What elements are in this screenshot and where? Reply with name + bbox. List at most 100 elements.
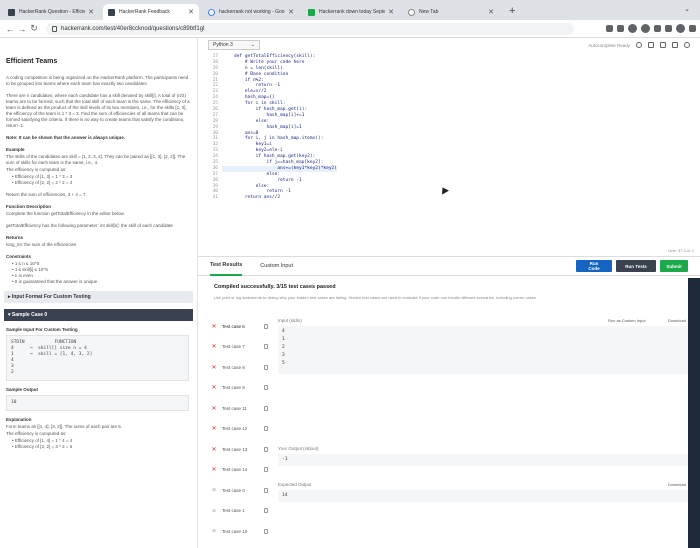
url-text: hackerrank.com/test/40er8ccknod/question… [61,25,205,32]
test-case-item[interactable]: ✕ Test case 11 [210,398,268,419]
extension-icon[interactable] [641,24,650,33]
input-format-section-toggle[interactable]: ▸ Input Format For Custom Testing [4,291,193,303]
new-tab-plus-icon[interactable]: + [509,5,515,17]
download-expected-link[interactable]: Download [668,482,686,487]
share-icon[interactable] [606,25,613,32]
return-text: Return the sum of efficiencies, 3 + 4 = … [6,192,87,197]
help-icon[interactable] [684,42,690,48]
close-icon[interactable]: ✕ [488,8,494,16]
tab-search-chevron-icon[interactable]: ⌄ [684,5,690,13]
code-line[interactable]: 41 return ans//2 [198,195,700,201]
newtab-icon [408,8,415,16]
returns-heading: Returns [6,235,24,240]
your-output-box: -1 [278,454,690,466]
explanation-efficiency-label: The efficiency is computed as: [6,431,67,436]
fullscreen-icon[interactable] [672,42,678,48]
tab-new-tab[interactable]: New Tab ✕ [403,4,499,20]
tab-title: hackerrank not working - Goo [219,9,285,15]
profile-avatar[interactable] [676,24,685,33]
run-actions: Run Code Run Tests Submit [576,260,688,272]
download-input-link[interactable]: Download [668,318,686,323]
hackerrank-icon [8,8,15,16]
compile-hint: Use print or log statements to debug why… [214,295,537,300]
site-icon [308,8,315,16]
tab-google-search[interactable]: hackerrank not working - Goo ✕ [203,4,299,20]
test-case-name: Test case 12 [222,426,248,432]
puzzle-icon[interactable] [654,25,661,32]
test-case-name: Test case 11 [222,405,247,411]
input-value: 4 [282,329,285,334]
tab-hackerrank-question[interactable]: HackerRank Question - Efficie ✕ [3,4,99,20]
input-value: 1 [282,337,285,342]
test-case-item[interactable]: ✕ Test case 14 [210,460,268,481]
test-case-item[interactable]: ✕ Test case 12 [210,419,268,440]
lock-icon[interactable] [52,25,57,32]
cursor-position: Line: 37 Col: 1 [668,248,694,253]
settings-gear-icon[interactable] [660,42,666,48]
run-as-custom-input-link[interactable]: Run as Custom Input [608,318,646,323]
run-tests-button[interactable]: Run Tests [616,260,656,272]
fail-x-icon: ✕ [211,385,217,392]
parameters-text: getTotalEfficiency has the following par… [6,223,173,228]
function-description-heading: Function Description [6,204,51,209]
sample-output-box: 10 [6,395,189,411]
test-case-name: Test case 6 [222,323,245,329]
sample-row: 2 [11,370,14,375]
lock-icon [264,508,268,514]
test-case-item[interactable]: ✕ Test case 6 [210,316,268,337]
editor-toolbar: Python 3 ⌄ Autocomplete Ready [198,38,700,52]
test-case-name: Test case 1 [222,508,245,514]
close-icon[interactable]: ✕ [88,8,94,16]
language-value: Python 3 [213,42,233,48]
sample-case-section-toggle[interactable]: ▾ Sample Case 0 [4,309,193,321]
tab-custom-input[interactable]: Custom Input [260,257,293,275]
test-case-name: Test case 0 [222,487,245,493]
returns-text: long_int: the sum of the efficiencies [6,242,77,247]
url-bar[interactable]: hackerrank.com/test/40er8ccknod/question… [46,22,574,35]
test-case-item[interactable]: ⊘ Test case 1 [210,501,268,522]
bookmark-star-icon[interactable] [617,25,624,32]
reset-icon[interactable] [648,42,654,48]
language-select[interactable]: Python 3 ⌄ [208,40,260,50]
submit-button[interactable]: Submit [660,260,688,272]
test-case-item[interactable]: ✕ Test case 7 [210,337,268,358]
input-box: 4 1 2 3 5 [278,326,690,374]
extension-icon[interactable] [628,24,637,33]
close-icon[interactable]: ✕ [188,8,194,16]
menu-dots-icon[interactable] [689,25,696,32]
your-output-label: Your Output (stdout) [278,446,319,451]
info-icon[interactable] [636,42,642,48]
google-icon [208,8,215,16]
list-item: It is guaranteed that the answer is uniq… [12,279,197,285]
back-arrow-icon[interactable]: ← [4,24,16,34]
fail-x-icon: ✕ [211,405,217,412]
input-label: Input (stdin) [278,318,302,323]
sidebar-icon[interactable] [665,25,672,32]
code-editor[interactable]: 17 def getTotalEfficiency(skill): 18 # Wri… [198,54,700,246]
test-case-item[interactable]: ⊘ Test case 10 [210,521,268,542]
test-case-item[interactable]: ✕ Test case 8 [210,357,268,378]
sample-output-heading: Sample Output [6,387,39,392]
lock-icon [264,528,268,534]
fail-x-icon: ✕ [211,323,217,330]
tab-title: New Tab [419,9,439,15]
forward-arrow-icon[interactable]: → [16,24,28,34]
lock-icon [264,446,268,452]
explanation-heading: Explanation [6,417,32,422]
tab-test-results[interactable]: Test Results [210,256,243,276]
test-case-item[interactable]: ✕ Test case 9 [210,378,268,399]
explanation-efficiency-list: Efficiency of [1, 4] = 1 * 4 = 4 Efficie… [12,438,197,450]
close-icon[interactable]: ✕ [388,8,394,16]
run-code-button[interactable]: Run Code [576,260,612,272]
test-case-item[interactable]: ✕ Test case 13 [210,439,268,460]
test-case-item[interactable]: ⊘ Test case 0 [210,480,268,501]
tab-hackerrank-down[interactable]: Hackerrank down today Septe ✕ [303,4,399,20]
tab-title: HackerRank Question - Efficie [19,9,86,15]
test-case-name: Test case 7 [222,344,245,350]
fail-x-icon: ✕ [211,467,217,474]
reload-icon[interactable]: ↻ [28,23,40,34]
close-icon[interactable]: ✕ [288,8,294,16]
tab-hackerrank-feedback[interactable]: HackerRank Feedback ✕ [103,4,199,20]
problem-statement-panel: Efficient Teams A coding competition is … [0,38,198,548]
fail-x-icon: ✕ [211,344,217,351]
